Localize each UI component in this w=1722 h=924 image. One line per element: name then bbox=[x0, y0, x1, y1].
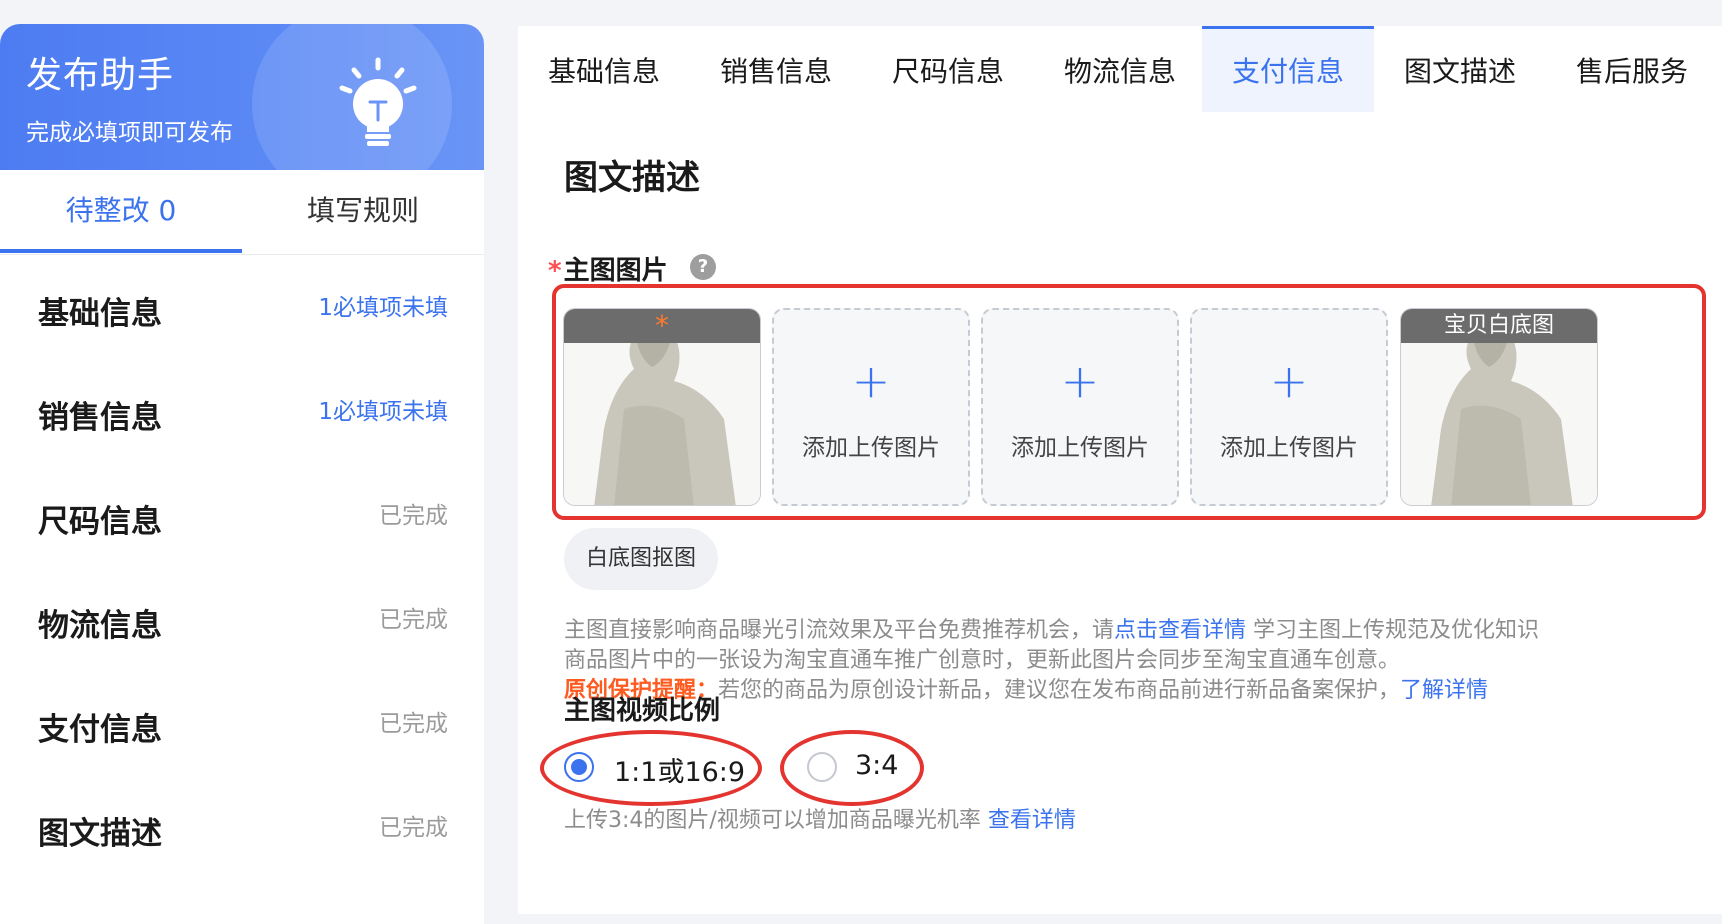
add-image-slot-4[interactable]: + 添加上传图片 bbox=[1190, 308, 1388, 506]
tab-fill-rules[interactable]: 填写规则 bbox=[242, 170, 484, 252]
add-image-label: 添加上传图片 bbox=[802, 435, 940, 461]
sidebar-item-status: 1必填项未填 bbox=[318, 295, 448, 321]
assistant-tabs: 待整改 0 填写规则 bbox=[0, 170, 484, 255]
sidebar-item-label: 尺码信息 bbox=[38, 504, 162, 540]
view-details-link[interactable]: 点击查看详情 bbox=[1114, 618, 1246, 643]
original-protection-text: 若您的商品为原创设计新品，建议您在发布商品前进行新品备案保护， bbox=[718, 678, 1401, 703]
tab-sales-info[interactable]: 销售信息 bbox=[690, 26, 862, 112]
sidebar-item-label: 销售信息 bbox=[38, 400, 162, 436]
sidebar-item-size-info[interactable]: 尺码信息 已完成 bbox=[0, 474, 484, 578]
active-tab-indicator bbox=[0, 249, 242, 253]
tab-image-description[interactable]: 图文描述 bbox=[1374, 26, 1546, 112]
plus-icon: + bbox=[851, 354, 891, 408]
sidebar-item-label: 物流信息 bbox=[38, 608, 162, 644]
highlight-ellipse bbox=[540, 730, 762, 806]
main-image-description: 主图直接影响商品曝光引流效果及平台免费推荐机会，请点击查看详情 学习主图上传规范… bbox=[564, 612, 1684, 644]
sidebar-item-basic-info[interactable]: 基础信息 1必填项未填 bbox=[0, 266, 484, 370]
original-protection-note: 原创保护提醒：若您的商品为原创设计新品，建议您在发布商品前进行新品备案保护，了解… bbox=[564, 672, 1684, 704]
add-image-label: 添加上传图片 bbox=[1220, 435, 1358, 461]
assistant-header: 发布助手 完成必填项即可发布 bbox=[0, 24, 484, 170]
sidebar-item-label: 支付信息 bbox=[38, 712, 162, 748]
required-mark: * bbox=[548, 256, 562, 286]
assistant-title: 发布助手 bbox=[26, 55, 175, 96]
desc-text: 学习主图上传规范及优化知识 bbox=[1246, 618, 1540, 643]
primary-image-badge: * bbox=[564, 309, 760, 343]
sidebar-item-status: 已完成 bbox=[379, 607, 448, 633]
sidebar-item-status: 已完成 bbox=[379, 815, 448, 841]
add-image-slot-2[interactable]: + 添加上传图片 bbox=[772, 308, 970, 506]
highlight-ellipse bbox=[780, 730, 924, 806]
sidebar-item-image-description[interactable]: 图文描述 已完成 bbox=[0, 786, 484, 890]
ratio-tip-text: 上传3:4的图片/视频可以增加商品曝光机率 bbox=[564, 808, 988, 833]
add-image-slot-3[interactable]: + 添加上传图片 bbox=[981, 308, 1179, 506]
sidebar-item-status: 已完成 bbox=[379, 711, 448, 737]
white-bg-badge: 宝贝白底图 bbox=[1401, 309, 1597, 343]
learn-more-link[interactable]: 了解详情 bbox=[1400, 678, 1488, 703]
sidebar-item-payment-info[interactable]: 支付信息 已完成 bbox=[0, 682, 484, 786]
tab-pending-fixes[interactable]: 待整改 0 bbox=[0, 170, 242, 252]
tab-basic-info[interactable]: 基础信息 bbox=[518, 26, 690, 112]
main-image-label-text: 主图图片 bbox=[563, 256, 668, 286]
assistant-subtitle: 完成必填项即可发布 bbox=[26, 120, 233, 146]
sidebar-item-logistics-info[interactable]: 物流信息 已完成 bbox=[0, 578, 484, 682]
primary-image-star: * bbox=[655, 309, 669, 342]
through-train-note: 商品图片中的一张设为淘宝直通车推广创意时，更新此图片会同步至淘宝直通车创意。 bbox=[564, 648, 1401, 673]
video-ratio-label: 主图视频比例 bbox=[564, 696, 721, 726]
main-image-label: *主图图片 bbox=[548, 250, 668, 287]
add-image-label: 添加上传图片 bbox=[1011, 435, 1149, 461]
content-panel: 图文描述 *主图图片 ? * + 添加上传图片 + 添加上传图片 + 添加上传图… bbox=[518, 112, 1722, 914]
tab-after-sales[interactable]: 售后服务 bbox=[1546, 26, 1718, 112]
tab-logistics-info[interactable]: 物流信息 bbox=[1034, 26, 1206, 112]
sidebar-item-label: 基础信息 bbox=[38, 296, 162, 332]
ratio-tip: 上传3:4的图片/视频可以增加商品曝光机率 查看详情 bbox=[564, 802, 1684, 834]
sidebar-item-status: 已完成 bbox=[379, 503, 448, 529]
tab-payment-info[interactable]: 支付信息 bbox=[1202, 26, 1374, 112]
sidebar-item-status: 1必填项未填 bbox=[318, 399, 448, 425]
sidebar-item-label: 图文描述 bbox=[38, 816, 162, 852]
section-title: 图文描述 bbox=[564, 158, 700, 198]
plus-icon: + bbox=[1269, 354, 1309, 408]
ratio-details-link[interactable]: 查看详情 bbox=[988, 808, 1076, 833]
section-nav-list: 基础信息 1必填项未填 销售信息 1必填项未填 尺码信息 已完成 物流信息 已完… bbox=[0, 266, 484, 890]
plus-icon: + bbox=[1060, 354, 1100, 408]
white-bg-image-slot[interactable]: 宝贝白底图 bbox=[1400, 308, 1598, 506]
tab-size-info[interactable]: 尺码信息 bbox=[862, 26, 1034, 112]
white-bg-cutout-button[interactable]: 白底图抠图 bbox=[564, 528, 718, 590]
publish-assistant-panel: 发布助手 完成必填项即可发布 待整改 0 填写规则 基础信息 1必填项未填 销售… bbox=[0, 24, 484, 924]
section-tabs: 基础信息 销售信息 尺码信息 物流信息 支付信息 图文描述 售后服务 bbox=[518, 26, 1722, 113]
help-icon[interactable]: ? bbox=[690, 254, 716, 280]
sidebar-item-sales-info[interactable]: 销售信息 1必填项未填 bbox=[0, 370, 484, 474]
desc-text: 主图直接影响商品曝光引流效果及平台免费推荐机会，请 bbox=[564, 618, 1115, 643]
lightbulb-icon bbox=[339, 57, 417, 146]
main-image-slot-1[interactable]: * bbox=[563, 308, 761, 506]
